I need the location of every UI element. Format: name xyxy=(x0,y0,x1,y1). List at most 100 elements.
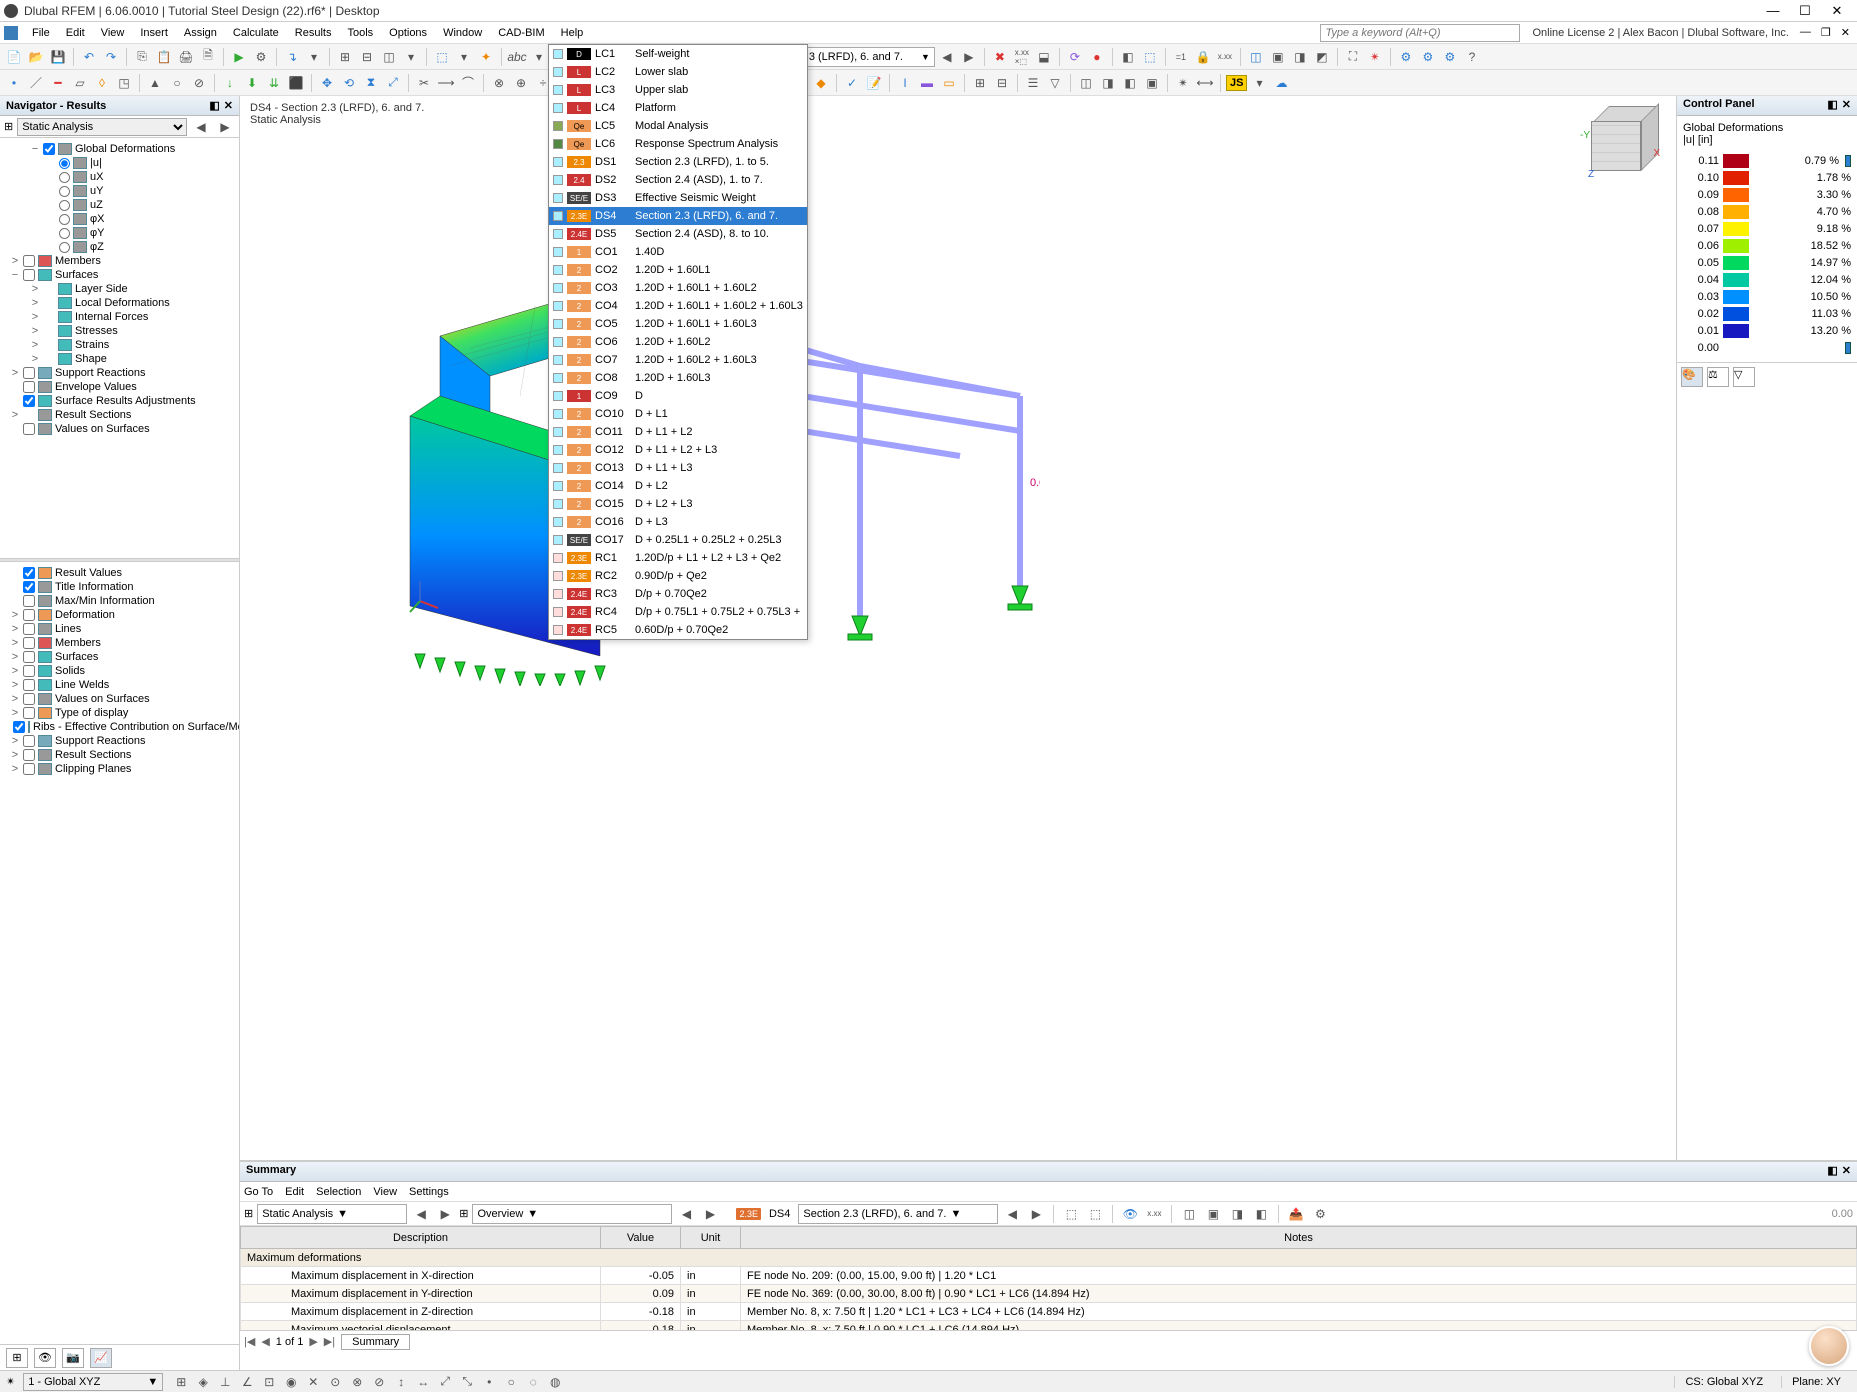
support-button[interactable]: ▲ xyxy=(145,73,165,93)
sb-btn[interactable]: ◌ xyxy=(523,1372,543,1392)
summary-col-notes[interactable]: Notes xyxy=(741,1227,1857,1249)
view-split-button[interactable]: ⊟ xyxy=(357,47,377,67)
tree-lines[interactable]: >Lines xyxy=(2,622,237,636)
loadcase-row-CO15[interactable]: 2 CO15D + L2 + L3 xyxy=(549,495,807,513)
sb-btn[interactable]: ⤢ xyxy=(435,1372,455,1392)
navigator-pin-button[interactable]: ◧ xyxy=(209,99,219,112)
settings1-button[interactable]: ⚙ xyxy=(1396,47,1416,67)
tree-deformation[interactable]: >Deformation xyxy=(2,608,237,622)
summary-eye-button[interactable]: 👁 xyxy=(1120,1204,1140,1224)
connect-button[interactable]: ⊕ xyxy=(511,73,531,93)
tree-members[interactable]: >Members xyxy=(2,636,237,650)
settings3-button[interactable]: ⚙ xyxy=(1440,47,1460,67)
loadcase-row-CO7[interactable]: 2 CO71.20D + 1.60L2 + 1.60L3 xyxy=(549,351,807,369)
summary-row[interactable]: Maximum displacement in Y-direction0.09i… xyxy=(241,1285,1857,1303)
print-button[interactable]: 🖨 xyxy=(176,47,196,67)
menu-window[interactable]: Window xyxy=(435,25,490,41)
loadcase-row-LC1[interactable]: D LC1Self-weight xyxy=(549,45,807,63)
nav-tab-results[interactable]: 📈 xyxy=(90,1348,112,1368)
sb-btn[interactable]: ◈ xyxy=(193,1372,213,1392)
js-badge[interactable]: JS xyxy=(1226,75,1247,91)
loadcase-row-LC6[interactable]: Qe LC6Response Spectrum Analysis xyxy=(549,135,807,153)
inner-minimize-button[interactable]: — xyxy=(1797,26,1814,39)
animation-button[interactable]: ⟳ xyxy=(1065,47,1085,67)
menu-assign[interactable]: Assign xyxy=(176,25,225,41)
intersect-button[interactable]: ⊗ xyxy=(489,73,509,93)
tree-layer-side[interactable]: >Layer Side xyxy=(2,282,237,296)
summary-next1-button[interactable]: ▶ xyxy=(435,1204,455,1224)
arrow-button[interactable]: ↴ xyxy=(282,47,302,67)
menu-insert[interactable]: Insert xyxy=(132,25,176,41)
sb-btn[interactable]: ⤡ xyxy=(457,1372,477,1392)
lc-next-button[interactable]: ▶ xyxy=(959,47,979,67)
coord-system-dropdown[interactable]: 1 - Global XYZ ▼ xyxy=(23,1373,163,1391)
fillet-button[interactable]: ⌒ xyxy=(458,73,478,93)
box-plus-button[interactable]: ⊞ xyxy=(970,73,990,93)
tree-ribs-effective-contribution-on-surface-mem-[interactable]: Ribs - Effective Contribution on Surface… xyxy=(2,720,237,734)
summary-col-description[interactable]: Description xyxy=(241,1227,601,1249)
sb-btn[interactable]: • xyxy=(479,1372,499,1392)
help-button[interactable]: ? xyxy=(1462,47,1482,67)
cube1-button[interactable]: ◫ xyxy=(1076,73,1096,93)
steel-design-button[interactable]: I xyxy=(895,73,915,93)
sb-btn[interactable]: ↔ xyxy=(413,1372,433,1392)
summary-prev2-button[interactable]: ◀ xyxy=(676,1204,696,1224)
sb-btn[interactable]: ◉ xyxy=(281,1372,301,1392)
tree-shape[interactable]: >Shape xyxy=(2,352,237,366)
loadcase-row-DS5[interactable]: 2.4E DS5Section 2.4 (ASD), 8. to 10. xyxy=(549,225,807,243)
move-button[interactable]: ✥ xyxy=(317,73,337,93)
xxx-times-button[interactable]: x.xx×⬚ xyxy=(1012,47,1032,67)
print-preview-button[interactable]: 🗎 xyxy=(198,47,218,67)
close-button[interactable]: ✕ xyxy=(1827,3,1847,19)
xxx-range-button[interactable]: x.xx xyxy=(1215,47,1235,67)
loadcase-row-RC3[interactable]: 2.4E RC3D/p + 0.70Qe2 xyxy=(549,585,807,603)
summary-menu-settings[interactable]: Settings xyxy=(409,1186,449,1198)
tree-values-on-surfaces[interactable]: Values on Surfaces xyxy=(2,422,237,436)
app-menu-icon[interactable] xyxy=(4,26,18,40)
loadcase-row-CO8[interactable]: 2 CO81.20D + 1.60L3 xyxy=(549,369,807,387)
tree-type-of-display[interactable]: >Type of display xyxy=(2,706,237,720)
summary-menu-edit[interactable]: Edit xyxy=(285,1186,304,1198)
loadcase-row-RC2[interactable]: 2.3E RC20.90D/p + Qe2 xyxy=(549,567,807,585)
axes-toggle-button[interactable]: ✴ xyxy=(1173,73,1193,93)
navigation-cube[interactable]: -Y X Z xyxy=(1586,106,1656,176)
summary-col-value[interactable]: Value xyxy=(601,1227,681,1249)
loadcase-row-RC4[interactable]: 2.4E RC4D/p + 0.75L1 + 0.75L2 + 0.75L3 +… xyxy=(549,603,807,621)
summary-close-button[interactable]: ✕ xyxy=(1842,1164,1851,1179)
view-extra-button[interactable]: ▾ xyxy=(401,47,421,67)
tree-global-deformations[interactable]: −Global Deformations xyxy=(2,142,237,156)
delete-results-button[interactable]: ✖ xyxy=(990,47,1010,67)
sb-btn[interactable]: ◍ xyxy=(545,1372,565,1392)
sb-btn[interactable]: ⊡ xyxy=(259,1372,279,1392)
cube-view-button[interactable]: ◫ xyxy=(1246,47,1266,67)
layers-button[interactable]: ☰ xyxy=(1023,73,1043,93)
tree-ux[interactable]: uX xyxy=(2,170,237,184)
timber-design-button[interactable]: ▭ xyxy=(939,73,959,93)
rotate-button[interactable]: ⟲ xyxy=(339,73,359,93)
annotate-button[interactable]: ▾ xyxy=(529,47,549,67)
page-tab[interactable]: Summary xyxy=(341,1334,410,1350)
cloud-button[interactable]: ☁ xyxy=(1271,73,1291,93)
loadcase-row-RC5[interactable]: 2.4E RC50.60D/p + 0.70Qe2 xyxy=(549,621,807,639)
tree-local-deformations[interactable]: >Local Deformations xyxy=(2,296,237,310)
lock-button[interactable]: 🔒 xyxy=(1193,47,1213,67)
inner-restore-button[interactable]: ❐ xyxy=(1818,26,1834,39)
menu-help[interactable]: Help xyxy=(553,25,592,41)
loadcase-row-DS4[interactable]: 2.3E DS4Section 2.3 (LRFD), 6. and 7. xyxy=(549,207,807,225)
member-button[interactable]: ━ xyxy=(48,73,68,93)
cube-top-button[interactable]: ◩ xyxy=(1312,47,1332,67)
summary-col-unit[interactable]: Unit xyxy=(681,1227,741,1249)
tree-members[interactable]: >Members xyxy=(2,254,237,268)
load-node-button[interactable]: ↓ xyxy=(220,73,240,93)
loadcase-row-LC4[interactable]: L LC4Platform xyxy=(549,99,807,117)
zoom-fit-button[interactable]: ⛶ xyxy=(1343,47,1363,67)
tree-support-reactions[interactable]: >Support Reactions xyxy=(2,366,237,380)
minimize-button[interactable]: — xyxy=(1763,3,1783,19)
tree-max-min-information[interactable]: Max/Min Information xyxy=(2,594,237,608)
axis-indicator-button[interactable]: ✴ xyxy=(1365,47,1385,67)
summary-prev3-button[interactable]: ◀ xyxy=(1002,1204,1022,1224)
loadcase-row-CO16[interactable]: 2 CO16D + L3 xyxy=(549,513,807,531)
surface-button[interactable]: ▱ xyxy=(70,73,90,93)
tree-clipping-planes[interactable]: >Clipping Planes xyxy=(2,762,237,776)
sb-btn[interactable]: ⊘ xyxy=(369,1372,389,1392)
